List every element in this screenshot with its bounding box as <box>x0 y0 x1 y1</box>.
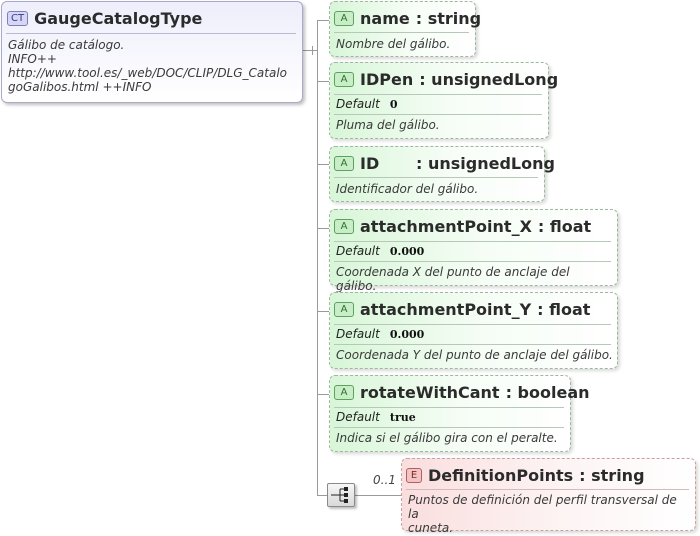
attribute-badge: A <box>334 10 354 26</box>
attribute-name: rotateWithCant <box>360 382 500 402</box>
attribute-type: : float <box>537 299 591 319</box>
attribute-description: Indica si el gálibo gira con el peralte. <box>336 431 558 445</box>
element-description: Puntos de definición del perfil transver… <box>408 493 691 535</box>
complex-type-name: GaugeCatalogType <box>34 8 203 28</box>
divider <box>334 94 542 95</box>
attribute-description: Identificador del gálibo. <box>336 182 479 196</box>
default-label: Default <box>336 244 380 258</box>
divider <box>334 407 564 408</box>
divider <box>334 114 542 115</box>
divider <box>334 344 611 345</box>
attribute-badge: A <box>334 218 354 234</box>
connector-attr-0 <box>317 20 329 21</box>
complex-type-badge: CT <box>7 10 29 26</box>
attribute-box-attachmentpoint-y[interactable]: A attachmentPoint_Y : float Default 0.00… <box>329 292 618 369</box>
attribute-box-id[interactable]: A ID : unsignedLong Identificador del gá… <box>329 146 555 202</box>
description-line: INFO++ <box>8 52 57 66</box>
connector-attr-5 <box>317 394 329 395</box>
divider <box>334 32 469 33</box>
default-row: Default 0.000 <box>336 243 611 259</box>
attribute-type: : unsignedLong <box>416 153 555 173</box>
default-value: 0.000 <box>389 244 425 258</box>
attribute-type: : float <box>537 216 592 236</box>
attribute-name: name <box>360 8 410 28</box>
divider <box>6 33 296 34</box>
connector-attr-2 <box>317 164 329 165</box>
connector-ct-junction <box>312 46 313 55</box>
attribute-description: Nombre del gálibo. <box>336 37 451 51</box>
connector-trunk <box>317 20 318 495</box>
default-value: 0 <box>389 97 398 111</box>
element-name: DefinitionPoints <box>428 465 574 485</box>
cardinality-label: 0..1 <box>373 473 396 487</box>
divider <box>334 261 611 262</box>
connector-ct-horizontal <box>303 50 317 51</box>
attribute-box-name[interactable]: A name : string Nombre del gálibo. <box>329 1 481 57</box>
sequence-compositor[interactable] <box>327 483 355 507</box>
default-row: Default 0 <box>336 96 542 112</box>
connector-sequence <box>317 495 327 496</box>
default-label: Default <box>336 97 380 111</box>
connector-attr-3 <box>317 228 329 229</box>
sequence-compositor-icon <box>331 487 348 503</box>
element-badge: E <box>406 467 422 483</box>
attribute-badge: A <box>334 384 354 400</box>
description-line: goGalibos.html ++INFO <box>8 80 152 94</box>
divider <box>334 427 564 428</box>
attribute-type: : string <box>415 8 482 28</box>
attribute-box-attachmentpoint-x[interactable]: A attachmentPoint_X : float Default 0.00… <box>329 209 618 293</box>
description-line: cuneta. <box>408 521 454 535</box>
attribute-name: attachmentPoint_X <box>360 216 532 236</box>
divider <box>334 177 538 178</box>
attribute-badge: A <box>334 301 354 317</box>
attribute-type: : boolean <box>505 382 590 402</box>
default-row: Default 0.000 <box>336 326 611 342</box>
attribute-name: attachmentPoint_Y <box>360 299 532 319</box>
description-line: Puntos de definición del perfil transver… <box>408 493 677 521</box>
default-label: Default <box>336 410 380 424</box>
element-box-definitionpoints[interactable]: E DefinitionPoints : string Puntos de de… <box>401 458 696 535</box>
divider <box>334 324 611 325</box>
complex-type-box[interactable]: CT GaugeCatalogType Gálibo de catálogo. … <box>1 1 303 103</box>
attribute-description: Pluma del gálibo. <box>336 118 440 132</box>
description-line: http://www.tool.es/_web/DOC/CLIP/DLG_Cat… <box>8 66 288 80</box>
attribute-badge: A <box>334 71 354 87</box>
connector-attr-1 <box>317 81 329 82</box>
default-row: Default true <box>336 409 564 425</box>
default-label: Default <box>336 327 380 341</box>
attribute-name: ID <box>360 153 380 173</box>
attribute-type: : unsignedLong <box>419 69 559 89</box>
complex-type-description: Gálibo de catálogo. INFO++ http://www.to… <box>8 38 298 94</box>
connector-attr-4 <box>317 311 329 312</box>
attribute-box-rotatewithcant[interactable]: A rotateWithCant : boolean Default true … <box>329 375 590 452</box>
attribute-box-idpen[interactable]: A IDPen : unsignedLong Default 0 Pluma d… <box>329 62 558 139</box>
default-value: 0.000 <box>389 327 425 341</box>
attribute-description: Coordenada Y del punto de anclaje del gá… <box>336 348 613 362</box>
attribute-name: IDPen <box>360 69 414 89</box>
description-line: Gálibo de catálogo. <box>8 38 125 52</box>
attribute-badge: A <box>334 155 354 171</box>
divider <box>334 241 611 242</box>
attribute-description: Coordenada X del punto de anclaje del gá… <box>336 265 570 293</box>
connector-element <box>355 495 401 496</box>
element-type: : string <box>579 465 645 485</box>
divider <box>406 489 689 490</box>
default-value: true <box>389 410 416 424</box>
